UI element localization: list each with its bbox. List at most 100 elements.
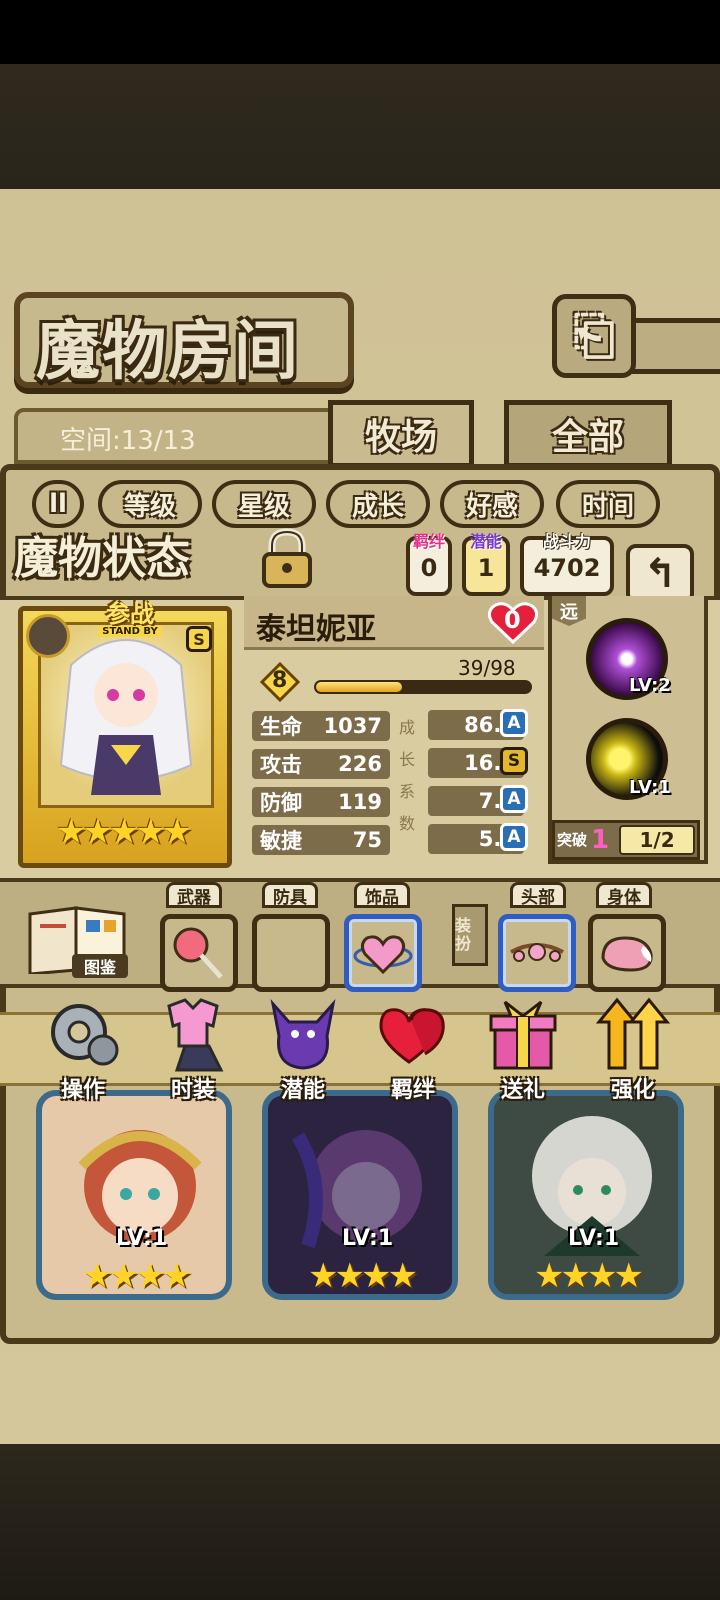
yellow-shot-skill-icon[interactable]: LV:1: [586, 718, 671, 800]
monster-stars: ★★★★: [308, 1256, 418, 1296]
stat-label: 攻击: [260, 753, 302, 777]
growth-char: 数: [398, 814, 415, 833]
breakthrough-count: 1: [591, 825, 610, 855]
bond-button[interactable]: 羁绊: [368, 996, 458, 1106]
power-stat-label: 战斗力: [542, 532, 591, 551]
level-badge: 8: [259, 661, 301, 703]
exp-fill: [316, 682, 402, 692]
sort-growth-button[interactable]: 成长: [326, 480, 430, 528]
monster-portrait-icon: [59, 639, 193, 795]
gift-icon: [489, 1000, 557, 1070]
breakthrough-label: 突破: [557, 830, 588, 849]
head-slot[interactable]: [498, 914, 576, 992]
return-button[interactable]: ↰: [626, 544, 694, 604]
monster-stars: ★★★★: [534, 1256, 644, 1296]
heart-ring-icon: [353, 935, 413, 975]
gift-button[interactable]: 送礼: [478, 996, 568, 1106]
power-stat: 战斗力 4702: [520, 532, 614, 596]
standby-label: 参战: [106, 600, 154, 628]
operate-button[interactable]: 操作: [38, 996, 128, 1106]
back-arrow-icon: ⎗: [573, 305, 615, 366]
dark-burst-skill-icon[interactable]: LV:2: [586, 618, 671, 700]
monster-card[interactable]: LV:1 ★★★★: [488, 1090, 684, 1300]
gift-label: 送礼: [500, 1078, 545, 1103]
potential-label: 潜能: [280, 1078, 325, 1103]
return-icon: ↰: [643, 551, 677, 597]
tab-ranch[interactable]: 牧场: [328, 400, 474, 468]
grade-badge: S: [500, 747, 528, 775]
monster-stars: ★★★★★: [56, 812, 192, 852]
stat-label: 生命: [260, 715, 302, 739]
power-stat-value: 4702: [533, 554, 601, 582]
gear-icon: [51, 1004, 119, 1066]
tab-all[interactable]: 全部: [504, 400, 672, 468]
bond-stat-label: 羁绊: [412, 532, 445, 551]
grade-badge: A: [500, 709, 528, 737]
growth-coefficient-label: 成 长 系 数: [398, 712, 416, 840]
enhance-button[interactable]: 强化: [588, 996, 678, 1106]
potential-stat: 潜能 1: [462, 532, 510, 596]
monster-card[interactable]: LV:1 ★★★★: [262, 1090, 458, 1300]
stat-label: 防御: [260, 791, 302, 815]
slot-label-weapon: 武器: [166, 882, 222, 908]
double-heart-icon: [379, 1008, 445, 1064]
bond-stat: 羁绊 0: [406, 532, 452, 596]
affinity-value: 0: [504, 606, 521, 634]
accessory-slot[interactable]: [344, 914, 422, 992]
outfit-icon: [167, 998, 224, 1072]
shadow-spirit-icon: [270, 998, 336, 1070]
sort-level-button[interactable]: 等级: [98, 480, 202, 528]
flower-headband-icon: [510, 943, 564, 962]
stat-value: 226: [338, 752, 382, 776]
up-arrows-icon: [595, 997, 671, 1070]
weapon-slot[interactable]: [160, 914, 238, 992]
exp-text: 39/98: [458, 656, 516, 680]
growth-char: 成: [398, 718, 415, 737]
level-value: 8: [272, 668, 288, 693]
affinity-heart-icon: 0: [486, 598, 540, 646]
page-title: 魔物房间: [36, 314, 300, 389]
fox-tail-icon: [601, 936, 653, 972]
potential-button[interactable]: 潜能: [258, 996, 348, 1106]
monster-name: 泰坦妮亚: [256, 612, 376, 647]
skill-level: LV:2: [629, 675, 671, 696]
sort-affinity-button[interactable]: 好感: [440, 480, 544, 528]
lollipop-icon: [173, 927, 223, 979]
operate-label: 操作: [60, 1078, 105, 1103]
back-button[interactable]: ⎗: [552, 294, 636, 378]
slot-label-body: 身体: [596, 882, 652, 908]
stat-row-hp: 生命 1037: [252, 710, 390, 742]
lock-icon[interactable]: [256, 528, 318, 590]
body-slot[interactable]: [588, 914, 666, 992]
pause-sort-button[interactable]: ll: [32, 480, 84, 528]
monster-level: LV:1: [568, 1226, 620, 1251]
enhance-label: 强化: [610, 1078, 655, 1103]
class-icon: [26, 614, 70, 658]
potential-stat-label: 潜能: [469, 532, 502, 551]
stat-value: 119: [338, 790, 382, 814]
slot-label-armor: 防具: [262, 882, 318, 908]
bond-label: 羁绊: [390, 1078, 435, 1103]
stat-value: 75: [352, 828, 382, 852]
standby-badge: 参战 STAND BY: [70, 602, 190, 642]
growth-char: 长: [398, 750, 415, 769]
stat-label: 敏捷: [260, 829, 302, 853]
stat-row-attack: 攻击 226: [252, 748, 390, 780]
sort-star-button[interactable]: 星级: [212, 480, 316, 528]
sort-time-button[interactable]: 时间: [556, 480, 660, 528]
stat-value: 1037: [323, 714, 382, 738]
monster-level: LV:1: [342, 1226, 394, 1251]
monster-level: LV:1: [116, 1226, 168, 1251]
pause-icon: ll: [49, 489, 67, 519]
monster-stars: ★★★★: [82, 1256, 192, 1296]
rank-badge: S: [186, 626, 212, 652]
skill-level: LV:1: [629, 777, 671, 798]
breakthrough-box[interactable]: 突破 1 1/2: [552, 820, 700, 860]
monster-card[interactable]: LV:1 ★★★★: [36, 1090, 232, 1300]
fashion-label: 时装: [170, 1078, 215, 1103]
status-bar-area: [0, 0, 720, 64]
fashion-button[interactable]: 时装: [148, 996, 238, 1106]
grade-badge: A: [500, 785, 528, 813]
space-counter: 空间:13/13: [60, 426, 196, 456]
armor-slot[interactable]: [252, 914, 330, 992]
